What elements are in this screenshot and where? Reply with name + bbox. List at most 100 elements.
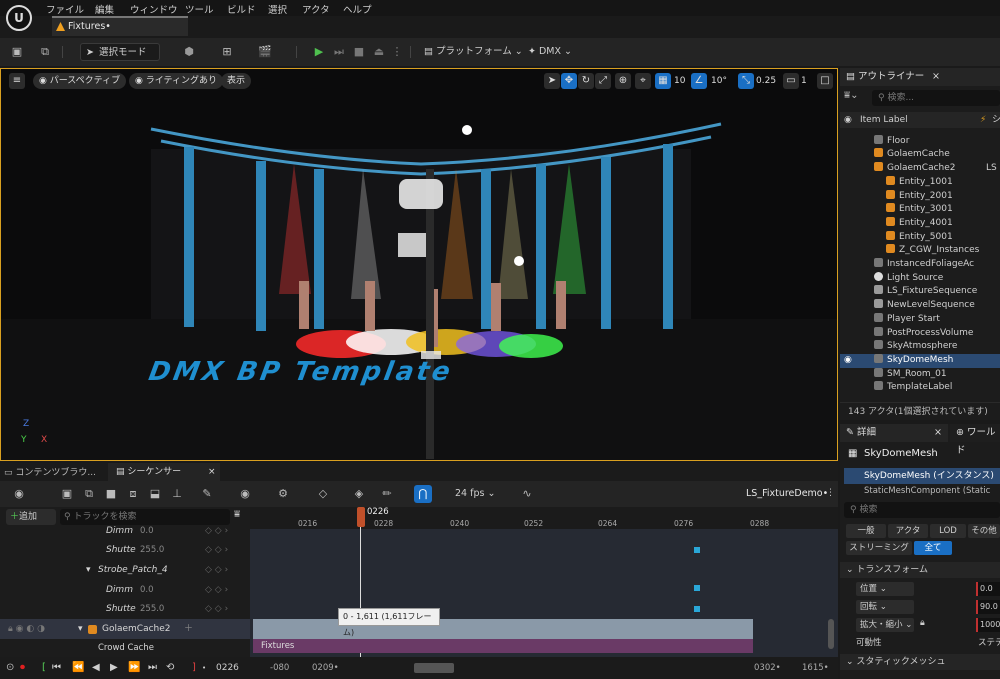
menu-build[interactable]: ビルド <box>227 2 256 16</box>
eject-icon[interactable]: ⏏ <box>370 43 388 61</box>
grid-snap-value[interactable]: 10 <box>674 76 685 86</box>
document-tab[interactable]: Fixtures• <box>52 16 188 36</box>
current-frame-field[interactable]: 0226 <box>216 657 239 679</box>
outliner-row[interactable]: Light Source <box>840 271 1000 286</box>
play-reverse-icon[interactable]: ◀ <box>92 657 100 679</box>
play-icon[interactable]: ▶ <box>310 43 328 61</box>
world-tab[interactable]: ⊕ ワールド <box>950 424 1000 456</box>
close-icon[interactable]: × <box>208 463 216 481</box>
mark-in-icon[interactable]: [ <box>42 657 46 679</box>
more-options-icon[interactable]: ⋮ <box>826 488 835 498</box>
scale-snap-icon[interactable]: ⤡ <box>738 73 754 89</box>
camera-icon[interactable]: ■ <box>102 485 120 503</box>
step-icon[interactable]: ⏭ <box>330 43 348 61</box>
golaem-section-bar[interactable] <box>253 619 753 639</box>
outliner-row[interactable]: InstancedFoliageAc <box>840 258 1000 272</box>
keyframe[interactable] <box>694 585 700 591</box>
grid-snap-icon[interactable]: ▦ <box>655 73 671 89</box>
platform-dropdown[interactable]: ▤ プラットフォーム ⌄ <box>424 43 523 61</box>
record-icon[interactable]: ⏺ <box>20 657 25 679</box>
play-end-field[interactable]: 0302• <box>754 657 781 679</box>
mobility-value[interactable]: ステテ <box>978 636 1000 648</box>
angle-snap-icon[interactable]: ∠ <box>691 73 707 89</box>
close-icon[interactable]: × <box>932 68 940 86</box>
scale-dropdown[interactable]: 拡大・縮小 ⌄ <box>856 618 914 632</box>
lock-icon[interactable]: 🔒︎ <box>920 618 925 628</box>
play-start-field[interactable]: 0209• <box>312 657 339 679</box>
track-value[interactable]: 0.0 <box>140 580 154 600</box>
unreal-logo-icon[interactable]: U <box>6 5 32 31</box>
jump-end-icon[interactable]: ⏭ <box>148 657 157 679</box>
track-value[interactable]: 255.0 <box>140 540 164 560</box>
track-crowd-cache[interactable]: Crowd Cache <box>0 638 250 658</box>
mark-out-icon[interactable]: ] <box>192 657 196 679</box>
filter-lod[interactable]: LOD <box>930 524 966 538</box>
export-icon[interactable]: ⬓ <box>146 485 164 503</box>
more-options-icon[interactable]: ⋮ <box>388 43 406 61</box>
find-icon[interactable]: ⧉ <box>80 485 98 503</box>
menu-window[interactable]: ウィンドウ <box>130 2 178 16</box>
time-ruler[interactable]: 0216 0228 0240 0252 0264 0276 0288 <box>250 507 838 529</box>
jump-start-icon[interactable]: ⏮ <box>52 657 61 679</box>
keyframe[interactable] <box>694 547 700 553</box>
translate-tool-icon[interactable]: ✥ <box>561 73 577 89</box>
vertical-scrollbar[interactable] <box>828 619 834 649</box>
select-tool-icon[interactable]: ➤ <box>544 73 560 89</box>
close-icon[interactable]: × <box>934 424 942 442</box>
add-actor-icon[interactable]: ⬢ <box>180 43 198 61</box>
transform-section[interactable]: ⌄ トランスフォーム <box>840 562 1000 578</box>
horizontal-scrollbar[interactable] <box>414 663 454 673</box>
key-nav-icon[interactable]: ◇ ◇ › <box>205 560 228 580</box>
auto-key-icon[interactable]: ◈ <box>350 485 368 503</box>
save-icon[interactable]: ▣ <box>8 43 26 61</box>
view-end-field[interactable]: 1615• <box>802 657 829 679</box>
camera-speed-icon[interactable]: ▭ <box>783 73 799 89</box>
curve-editor-icon[interactable]: ∿ <box>518 485 536 503</box>
location-dropdown[interactable]: 位置 ⌄ <box>856 582 914 596</box>
cinematics-icon[interactable]: 🎬 <box>256 43 274 61</box>
step-forward-icon[interactable]: ⏩ <box>128 657 140 679</box>
menu-tools[interactable]: ツール <box>185 2 214 16</box>
outliner-row[interactable]: NewLevelSequence <box>840 299 1000 313</box>
playhead-handle[interactable] <box>357 507 365 527</box>
menu-select[interactable]: 選択 <box>268 2 287 16</box>
type-column[interactable]: シ <box>992 112 1000 128</box>
level-viewport[interactable]: DMX BP Template ≡ ◉ パースペクティブ ◉ ライティングあり … <box>0 68 838 461</box>
view-start-field[interactable]: -080 <box>270 657 289 679</box>
outliner-row[interactable]: GolaemCache <box>840 148 1000 162</box>
details-tab[interactable]: ✎ 詳細 × <box>840 424 948 442</box>
outliner-row[interactable]: Entity_5001 <box>840 230 1000 245</box>
outliner-row[interactable]: Z_CGW_Instances <box>840 244 1000 258</box>
surface-snap-icon[interactable]: ⌖ <box>635 73 651 89</box>
rotate-tool-icon[interactable]: ↻ <box>578 73 594 89</box>
content-browser-tab[interactable]: ▭ コンテンツブラウ... <box>4 465 96 478</box>
view-icon[interactable]: ◉ <box>236 485 254 503</box>
keyframe[interactable] <box>694 606 700 612</box>
component-instance-row[interactable]: SkyDomeMesh (インスタンス) <box>844 468 1000 484</box>
outliner-row[interactable]: GolaemCache2 LS <box>840 162 1000 176</box>
scale-snap-value[interactable]: 0.25 <box>756 76 776 86</box>
outliner-row[interactable]: LS_FixtureSequence <box>840 285 1000 299</box>
outliner-row[interactable]: Floor <box>840 134 1000 149</box>
outliner-row[interactable]: ◉ SkyDomeMesh <box>840 353 1000 368</box>
select-mode-dropdown[interactable]: ➤ 選択モード ⌄ <box>80 43 160 76</box>
outliner-row[interactable]: Entity_1001 <box>840 175 1000 190</box>
chevron-down-icon[interactable]: ▾ <box>86 560 91 580</box>
outliner-row[interactable]: PostProcessVolume <box>840 326 1000 341</box>
viewport-menu-icon[interactable]: ≡ <box>9 73 25 89</box>
outliner-tab[interactable]: ▤ アウトライナー × <box>840 68 1000 86</box>
browse-icon[interactable]: ⧉ <box>36 43 54 61</box>
key-tool-icon[interactable]: ✎ <box>198 485 216 503</box>
step-back-icon[interactable]: ⏪ <box>72 657 84 679</box>
outliner-row[interactable]: Entity_2001 <box>840 189 1000 204</box>
stop-icon[interactable]: ■ <box>350 43 368 61</box>
render-icon[interactable]: ⧈ <box>124 485 142 503</box>
play-icon[interactable]: ▶ <box>110 657 118 679</box>
lock-icon[interactable]: 🔒︎ ◉ ◐ ◑ <box>8 619 45 639</box>
world-local-icon[interactable]: ⊕ <box>615 73 631 89</box>
fps-dropdown[interactable]: 24 fps ⌄ <box>455 488 495 499</box>
component-row[interactable]: StaticMeshComponent (Static <box>864 486 1000 500</box>
dmx-dropdown[interactable]: ✦ DMX ⌄ <box>528 43 572 61</box>
filter-all[interactable]: 全て <box>914 541 952 555</box>
details-search-input[interactable]: ⚲ 検索 <box>844 502 1000 518</box>
